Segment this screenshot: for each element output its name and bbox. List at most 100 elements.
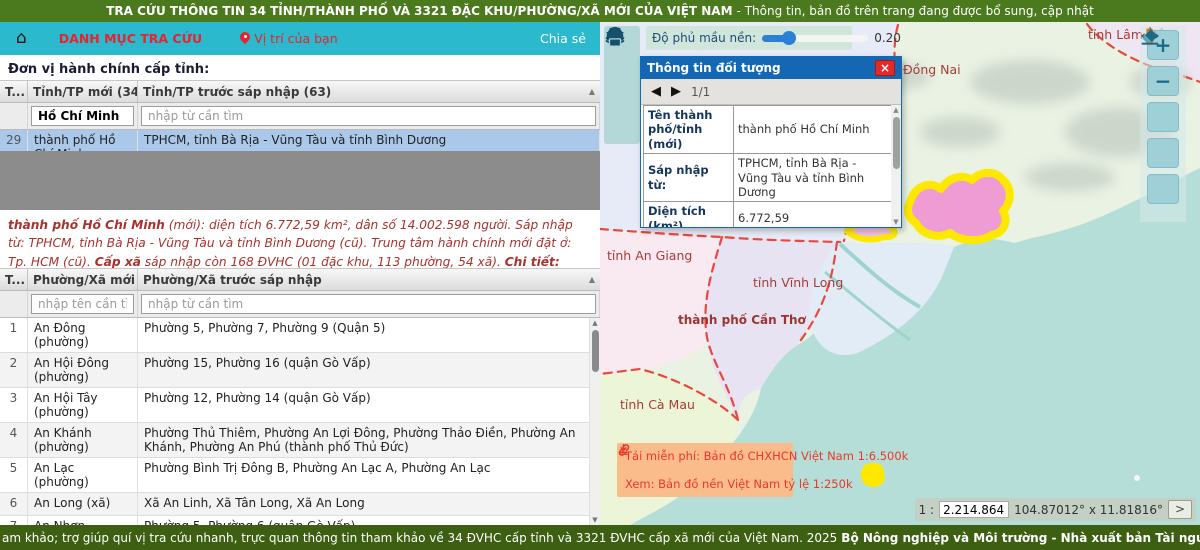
ward-table-row[interactable]: 7An Nhơn (phường)Phường 5, Phường 6 (quậ…	[0, 516, 590, 525]
page-title-bar: TRA CỨU THÔNG TIN 34 TỈNH/THÀNH PHỐ VÀ 3…	[0, 0, 1200, 22]
scale-next-button[interactable]: >	[1168, 500, 1192, 519]
ward-old-names: Phường 5, Phường 7, Phường 9 (Quận 5)	[138, 318, 590, 352]
download-map-link[interactable]: Tải miễn phí: Bản đồ CHXHCN Việt Nam 1:6…	[625, 449, 785, 463]
row-index: 3	[0, 388, 28, 422]
row-index: 1	[0, 318, 28, 352]
column-label: Tỉnh/TP mới (34)	[33, 85, 138, 99]
attribute-label: Tên thành phố/tỉnh (mới)	[644, 106, 734, 154]
column-label: Phường/Xã mới	[33, 273, 135, 287]
ward-table-row[interactable]: 1An Đông (phường)Phường 5, Phường 7, Phư…	[0, 318, 590, 353]
ward-old-filter-input[interactable]	[141, 294, 596, 314]
filter-cell-empty	[0, 291, 28, 317]
share-button[interactable]: Chia sẻ	[540, 31, 586, 46]
popup-scrollbar[interactable]: ▲ ▼	[891, 105, 901, 227]
province-new-filter-input[interactable]	[31, 106, 134, 126]
ward-new-filter-input[interactable]	[31, 294, 134, 314]
small-island	[1134, 475, 1140, 481]
province-table-header: T... ⇅ Tỉnh/TP mới (34) ▲ Tỉnh/TP trước …	[0, 81, 600, 103]
pan-directions-button[interactable]	[1147, 102, 1179, 132]
map-scale-bar: 1 : 104.87012° x 11.81816° >	[915, 498, 1196, 521]
popup-attribute-table: Tên thành phố/tỉnh (mới)thành phố Hồ Chí…	[643, 105, 893, 227]
ward-old-names: Phường Thủ Thiêm, Phường An Lợi Đông, Ph…	[138, 423, 590, 457]
scroll-up-icon[interactable]: ▲	[891, 105, 901, 115]
ward-table-row[interactable]: 6An Long (xã)Xã An Linh, Xã Tân Long, Xã…	[0, 493, 590, 516]
row-index: 5	[0, 458, 28, 492]
popup-pager: ◀ ▶ 1/1	[641, 79, 901, 105]
slider-handle[interactable]	[782, 31, 796, 45]
footer-text: am khảo; trợ giúp quí vị tra cứu nhanh, …	[2, 531, 837, 545]
ward-old-names: Phường 12, Phường 14 (quận Gò Vấp)	[138, 388, 590, 422]
description-name: thành phố Hồ Chí Minh	[8, 218, 165, 232]
column-header-index[interactable]: T... ⇅	[0, 269, 28, 290]
prev-page-icon[interactable]: ◀	[651, 85, 661, 98]
sort-asc-icon: ▲	[589, 275, 595, 284]
scrollbar-thumb[interactable]	[592, 330, 599, 372]
attribute-label: Diện tích (km²)	[644, 202, 734, 227]
ward-new-name: An Khánh (phường)	[28, 423, 138, 457]
location-pin-icon	[240, 32, 250, 46]
opacity-value: 0.20	[874, 31, 901, 45]
province-old-filter-input[interactable]	[141, 106, 596, 126]
column-header-index[interactable]: T... ⇅	[0, 81, 28, 102]
ward-filter-row	[0, 291, 600, 318]
basemap-opacity-panel: Độ phủ mầu nền: 0.20	[646, 26, 852, 50]
ward-table-row[interactable]: 5An Lạc (phường)Phường Bình Trị Đông B, …	[0, 458, 590, 493]
close-icon[interactable]: ×	[875, 60, 895, 76]
pan-hand-button[interactable]	[1147, 138, 1179, 168]
printer-icon[interactable]	[604, 26, 626, 48]
ward-old-names: Phường Bình Trị Đông B, Phường An Lạc A,…	[138, 458, 590, 492]
popup-header[interactable]: Thông tin đối tượng ×	[641, 57, 901, 79]
scroll-up-icon[interactable]: ▲	[590, 318, 600, 328]
zoom-out-button[interactable]: −	[1147, 66, 1179, 96]
description-detail-label: Chi tiết:	[505, 255, 560, 269]
column-label: T...	[5, 273, 25, 287]
description-text: sáp nhập còn 168 ĐVHC (01 đặc khu, 113 p…	[141, 255, 505, 269]
column-header-ward-new[interactable]: Phường/Xã mới ▲	[28, 269, 138, 290]
popup-attribute-row: Tên thành phố/tỉnh (mới)thành phố Hồ Chí…	[644, 106, 893, 154]
view-link-label: Xem: Bản đồ nền Việt Nam tỷ lệ 1:250k	[625, 477, 853, 491]
ward-table-head: T... ⇅ Phường/Xã mới ▲ Phường/Xã trước s…	[0, 268, 600, 318]
app-window: TRA CỨU THÔNG TIN 34 TỈNH/THÀNH PHỐ VÀ 3…	[0, 0, 1200, 550]
opacity-slider[interactable]	[762, 35, 868, 42]
next-page-icon[interactable]: ▶	[671, 85, 681, 98]
footer-bar: am khảo; trợ giúp quí vị tra cứu nhanh, …	[0, 525, 1200, 550]
ward-old-names: Xã An Linh, Xã Tân Long, Xã An Long	[138, 493, 590, 515]
row-index: 2	[0, 353, 28, 387]
ward-table-row[interactable]: 3An Hội Tây (phường)Phường 12, Phường 14…	[0, 388, 590, 423]
scroll-down-icon[interactable]: ▼	[590, 515, 600, 525]
map-right-toolbar: + −	[1140, 26, 1186, 222]
column-header-province-new[interactable]: Tỉnh/TP mới (34) ▲	[28, 81, 138, 102]
scroll-down-icon[interactable]: ▼	[891, 217, 901, 227]
filter-cell-empty	[0, 103, 28, 129]
download-links-box: Tải miễn phí: Bản đồ CHXHCN Việt Nam 1:6…	[617, 443, 793, 497]
column-label: T...	[5, 85, 25, 99]
home-icon[interactable]: ⌂	[16, 30, 27, 47]
ward-old-names: Phường 5, Phường 6 (quận Gò Vấp)	[138, 516, 590, 525]
table-empty-area	[0, 151, 600, 210]
nav-location-label: Vị trí của bạn	[254, 31, 337, 46]
ward-table-row[interactable]: 4An Khánh (phường)Phường Thủ Thiêm, Phườ…	[0, 423, 590, 458]
scrollbar-thumb[interactable]	[893, 117, 900, 169]
filter-cell-old	[138, 103, 600, 129]
column-header-ward-old[interactable]: Phường/Xã trước sáp nhập ▲	[138, 269, 600, 290]
ward-table-scrollbar[interactable]: ▲ ▼	[590, 318, 600, 525]
description-bold: Cấp xã	[95, 255, 141, 269]
attribute-value: 6.772,59	[734, 202, 893, 227]
nav-location-link[interactable]: Vị trí của bạn	[240, 31, 337, 46]
ward-rows: 1An Đông (phường)Phường 5, Phường 7, Phư…	[0, 318, 590, 525]
view-basemap-link[interactable]: Xem: Bản đồ nền Việt Nam tỷ lệ 1:250k	[625, 477, 785, 491]
footer-publisher: Bộ Nông nghiệp và Môi trường - Nhà xuất …	[841, 531, 1200, 545]
popup-body: Tên thành phố/tỉnh (mới)thành phố Hồ Chí…	[641, 105, 901, 227]
erase-button[interactable]	[1147, 174, 1179, 204]
map-canvas[interactable]: tỉnh Lâm Đồng Đồng Nai tỉnh An Giang tỉn…	[600, 22, 1200, 525]
ward-new-name: An Lạc (phường)	[28, 458, 138, 492]
opacity-label: Độ phủ mầu nền:	[652, 31, 756, 45]
ward-table-row[interactable]: 2An Hội Đông (phường)Phường 15, Phường 1…	[0, 353, 590, 388]
column-header-province-old[interactable]: Tỉnh/TP trước sáp nhập (63) ▲	[138, 81, 600, 102]
column-label: Phường/Xã trước sáp nhập	[143, 273, 322, 287]
scale-input[interactable]	[939, 501, 1009, 518]
nav-menu-link[interactable]: DANH MỤC TRA CỨU	[59, 31, 202, 46]
page-count: 1/1	[691, 85, 710, 99]
province-description: thành phố Hồ Chí Minh (mới): diện tích 6…	[0, 210, 600, 268]
nav-bar: ⌂ DANH MỤC TRA CỨU Vị trí của bạn Chia s…	[0, 22, 600, 55]
